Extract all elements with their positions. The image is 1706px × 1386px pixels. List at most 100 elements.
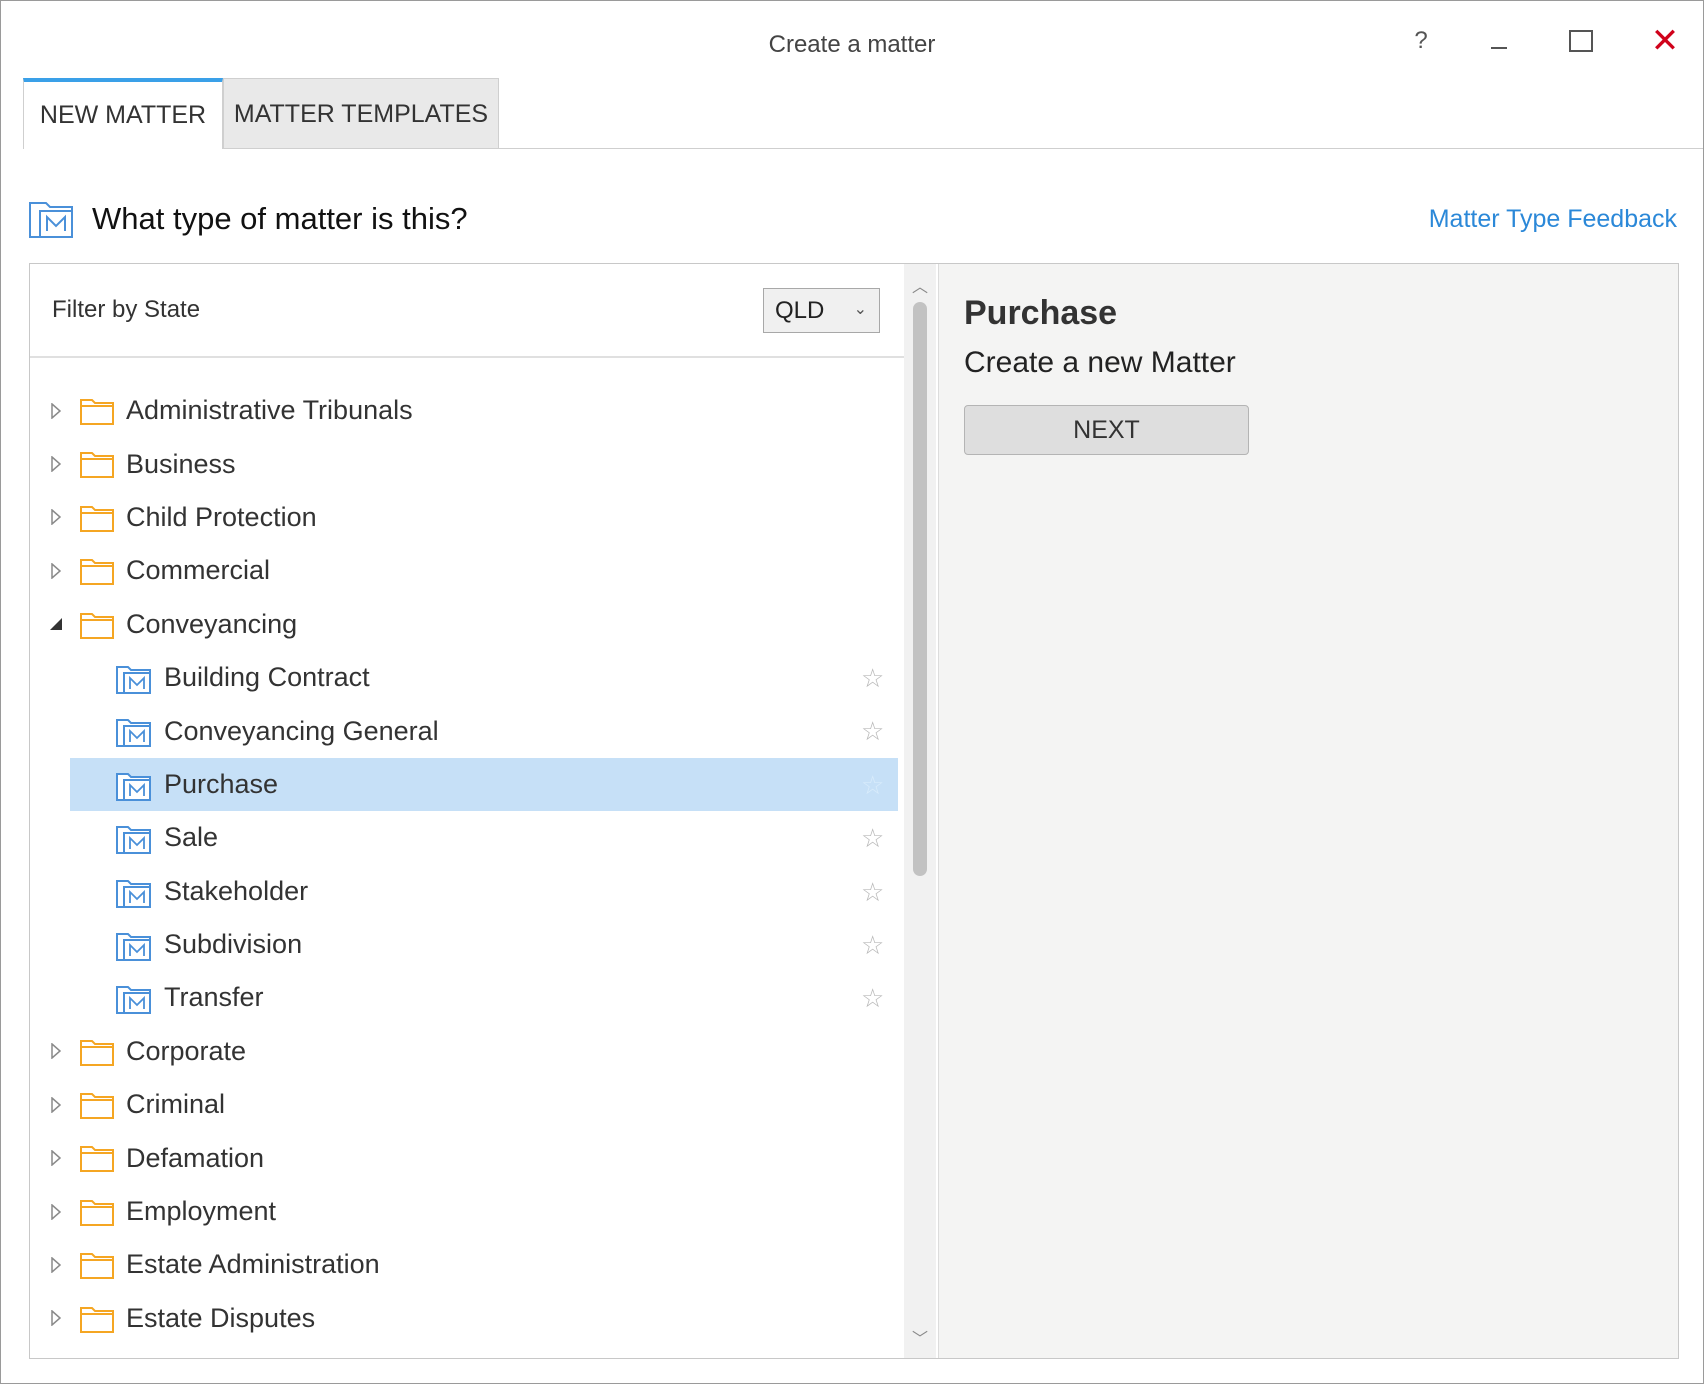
star-icon[interactable]: ☆: [861, 823, 884, 854]
tree-item-administrative-tribunals[interactable]: Administrative Tribunals: [30, 384, 904, 437]
collapse-arrow-icon[interactable]: [48, 614, 64, 634]
matter-tree-pane: Filter by State QLD ⌄ Administrative Tri…: [30, 264, 904, 1358]
expand-arrow-icon[interactable]: [48, 401, 64, 421]
star-icon[interactable]: ☆: [861, 877, 884, 908]
star-icon[interactable]: ☆: [861, 716, 884, 747]
folder-icon: [80, 504, 114, 537]
scrollbar-thumb[interactable]: [913, 302, 927, 876]
tree-item-label: Corporate: [126, 1035, 247, 1066]
detail-title: Purchase: [964, 294, 1118, 332]
tree-item-conveyancing[interactable]: Conveyancing: [30, 598, 904, 651]
tree-item-label: Purchase: [164, 768, 279, 799]
tree-item-label: Administrative Tribunals: [126, 395, 413, 426]
matter-type-feedback-link[interactable]: Matter Type Feedback: [1429, 205, 1677, 234]
matter-tree: Administrative Tribunals Business Child …: [30, 384, 904, 1345]
page-title: What type of matter is this?: [92, 201, 468, 236]
maximize-icon: [1569, 30, 1593, 52]
scroll-down-icon[interactable]: ﹀: [904, 1322, 936, 1352]
help-icon: ?: [1414, 27, 1428, 54]
matter-detail-pane: Purchase Create a new Matter NEXT: [938, 264, 1678, 1358]
maximize-button[interactable]: [1553, 19, 1609, 63]
tree-item-corporate[interactable]: Corporate: [30, 1025, 904, 1078]
create-matter-window: Create a matter ? ✕ NEW MATTER MATTER TE…: [0, 0, 1704, 1384]
tree-item-label: Estate Disputes: [126, 1302, 316, 1333]
star-icon[interactable]: ☆: [861, 770, 884, 801]
expand-arrow-icon[interactable]: [48, 1041, 64, 1061]
folder-icon: [80, 397, 114, 430]
tree-item-label: Child Protection: [126, 501, 317, 532]
state-dropdown-value: QLD: [775, 296, 825, 324]
help-button[interactable]: ?: [1393, 19, 1449, 63]
expand-arrow-icon[interactable]: [48, 1255, 64, 1275]
minimize-button[interactable]: [1471, 19, 1527, 63]
filter-row: Filter by State QLD ⌄: [30, 264, 904, 358]
tree-item-estate-disputes[interactable]: Estate Disputes: [30, 1292, 904, 1345]
expand-arrow-icon[interactable]: [48, 507, 64, 527]
tree-item-employment[interactable]: Employment: [30, 1185, 904, 1238]
tree-item-sale[interactable]: Sale ☆: [30, 811, 904, 864]
tree-item-label: Transfer: [164, 982, 264, 1013]
title-bar: Create a matter ? ✕: [1, 1, 1703, 77]
close-button[interactable]: ✕: [1637, 19, 1693, 63]
next-button[interactable]: NEXT: [964, 405, 1249, 455]
tab-bar: NEW MATTER MATTER TEMPLATES: [23, 78, 499, 149]
tree-item-label: Business: [126, 448, 236, 479]
expand-arrow-icon[interactable]: [48, 454, 64, 474]
folder-icon: [80, 611, 114, 644]
tree-item-transfer[interactable]: Transfer ☆: [30, 971, 904, 1024]
star-icon[interactable]: ☆: [861, 983, 884, 1014]
tree-item-commercial[interactable]: Commercial: [30, 544, 904, 597]
tree-item-label: Stakeholder: [164, 875, 309, 906]
folder-icon: [80, 1038, 114, 1071]
matter-type-icon: [116, 984, 152, 1019]
tree-item-subdivision[interactable]: Subdivision ☆: [30, 918, 904, 971]
star-icon[interactable]: ☆: [861, 663, 884, 694]
matter-type-icon: [28, 199, 76, 246]
scroll-up-icon[interactable]: ︿: [904, 270, 936, 300]
tree-item-business[interactable]: Business: [30, 437, 904, 490]
tree-item-label: Employment: [126, 1196, 277, 1227]
matter-type-icon: [116, 931, 152, 966]
folder-icon: [80, 557, 114, 590]
tab-divider: [223, 148, 1703, 149]
matter-type-icon: [116, 878, 152, 913]
folder-icon: [80, 450, 114, 483]
tree-item-label: Subdivision: [164, 929, 303, 960]
expand-arrow-icon[interactable]: [48, 1095, 64, 1115]
tree-item-child-protection[interactable]: Child Protection: [30, 491, 904, 544]
tree-item-purchase[interactable]: Purchase ☆: [30, 757, 904, 812]
state-dropdown[interactable]: QLD ⌄: [763, 288, 880, 333]
tree-scrollbar[interactable]: ︿ ﹀: [904, 264, 936, 1358]
tree-item-building-contract[interactable]: Building Contract ☆: [30, 651, 904, 704]
tree-item-label: Sale: [164, 822, 219, 853]
matter-type-icon: [116, 824, 152, 859]
star-icon[interactable]: ☆: [861, 930, 884, 961]
tree-item-label: Estate Administration: [126, 1249, 380, 1280]
folder-icon: [80, 1144, 114, 1177]
tab-new-matter[interactable]: NEW MATTER: [23, 78, 223, 149]
folder-icon: [80, 1305, 114, 1338]
tree-item-defamation[interactable]: Defamation: [30, 1131, 904, 1184]
folder-icon: [80, 1251, 114, 1284]
expand-arrow-icon[interactable]: [48, 561, 64, 581]
tree-item-estate-administration[interactable]: Estate Administration: [30, 1238, 904, 1291]
tree-item-label: Conveyancing: [126, 608, 298, 639]
matter-type-panel: Filter by State QLD ⌄ Administrative Tri…: [29, 263, 1679, 1359]
tree-item-label: Commercial: [126, 555, 271, 586]
expand-arrow-icon[interactable]: [48, 1202, 64, 1222]
minimize-icon: [1491, 47, 1507, 49]
folder-icon: [80, 1198, 114, 1231]
tree-item-label: Building Contract: [164, 662, 370, 693]
tree-item-label: Criminal: [126, 1089, 226, 1120]
tab-matter-templates[interactable]: MATTER TEMPLATES: [223, 78, 499, 149]
detail-subtitle: Create a new Matter: [964, 346, 1236, 379]
tree-item-label: Conveyancing General: [164, 715, 439, 746]
expand-arrow-icon[interactable]: [48, 1308, 64, 1328]
close-icon: ✕: [1650, 22, 1680, 60]
matter-type-icon: [116, 771, 152, 806]
tree-item-conveyancing-general[interactable]: Conveyancing General ☆: [30, 704, 904, 757]
tree-item-label: Defamation: [126, 1142, 265, 1173]
tree-item-stakeholder[interactable]: Stakeholder ☆: [30, 865, 904, 918]
expand-arrow-icon[interactable]: [48, 1148, 64, 1168]
tree-item-criminal[interactable]: Criminal: [30, 1078, 904, 1131]
